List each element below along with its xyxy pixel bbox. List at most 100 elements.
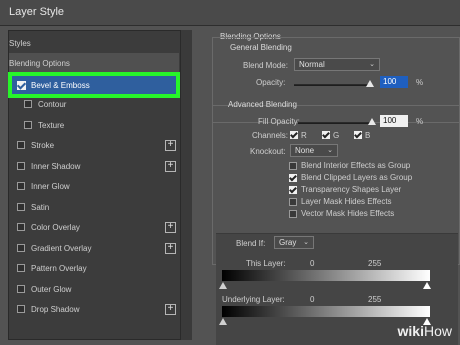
inner-shadow-checkbox[interactable] — [17, 162, 25, 170]
layer-mask-hides-label: Layer Mask Hides Effects — [301, 197, 392, 206]
opacity-input[interactable]: 100 — [380, 76, 408, 88]
blend-mode-value: Normal — [299, 60, 325, 69]
underlying-layer-black-slider[interactable] — [219, 318, 227, 325]
knockout-label: Knockout: — [250, 147, 286, 156]
vector-mask-hides-checkbox[interactable] — [289, 210, 297, 218]
drop-shadow-item[interactable]: Drop Shadow + — [9, 299, 179, 319]
satin-checkbox[interactable] — [17, 203, 25, 211]
opacity-label: Opacity: — [256, 78, 286, 87]
blend-mode-select[interactable]: Normal ⌄ — [294, 58, 380, 71]
drop-shadow-checkbox[interactable] — [17, 305, 25, 313]
this-layer-min: 0 — [310, 259, 315, 268]
blend-clipped-label: Blend Clipped Layers as Group — [301, 173, 413, 182]
fill-opacity-slider-thumb[interactable] — [368, 118, 376, 125]
channel-g-checkbox[interactable] — [322, 131, 330, 139]
blend-if-label: Blend If: — [236, 239, 266, 248]
underlying-layer-max: 255 — [368, 295, 382, 304]
transparency-shapes-checkbox[interactable] — [289, 186, 297, 194]
satin-label: Satin — [31, 202, 50, 212]
channel-r-label: R — [301, 131, 307, 140]
channel-r-checkbox[interactable] — [290, 131, 298, 139]
blend-if-value: Gray — [279, 238, 297, 247]
chevron-down-icon: ⌄ — [369, 61, 375, 68]
blend-if-select[interactable]: Gray ⌄ — [274, 236, 314, 249]
satin-item[interactable]: Satin — [9, 197, 179, 217]
pattern-overlay-label: Pattern Overlay — [31, 263, 87, 273]
styles-list-scrollbar[interactable] — [180, 30, 192, 340]
stroke-item[interactable]: Stroke + — [9, 135, 179, 155]
contour-checkbox[interactable] — [24, 100, 32, 108]
gradient-overlay-checkbox[interactable] — [17, 244, 25, 252]
opacity-slider-thumb[interactable] — [366, 80, 374, 87]
underlying-layer-label: Underlying Layer: — [222, 295, 285, 304]
texture-label: Texture — [38, 120, 65, 130]
plus-icon[interactable]: + — [165, 160, 176, 172]
color-overlay-item[interactable]: Color Overlay + — [9, 217, 179, 237]
underlying-layer-gradient — [222, 306, 430, 317]
advanced-blending-title: Advanced Blending — [228, 100, 297, 109]
gradient-overlay-item[interactable]: Gradient Overlay + — [9, 238, 179, 258]
window-titlebar: Layer Style — [0, 0, 460, 26]
drop-shadow-label: Drop Shadow — [31, 304, 80, 314]
this-layer-gradient — [222, 270, 430, 281]
texture-item[interactable]: Texture — [9, 115, 179, 135]
blend-mode-label: Blend Mode: — [243, 61, 288, 70]
channel-b-checkbox[interactable] — [354, 131, 362, 139]
texture-checkbox[interactable] — [24, 121, 32, 129]
channels-label: Channels: — [252, 131, 289, 140]
this-layer-max: 255 — [368, 259, 382, 268]
this-layer-label: This Layer: — [246, 259, 286, 268]
blending-options-label: Blending Options — [9, 58, 70, 68]
stroke-checkbox[interactable] — [17, 141, 25, 149]
styles-header[interactable]: Styles — [9, 33, 179, 53]
inner-shadow-label: Inner Shadow — [31, 161, 81, 171]
plus-icon[interactable]: + — [165, 242, 176, 254]
opacity-slider-track[interactable] — [294, 84, 372, 86]
blending-options-item[interactable]: Blending Options — [9, 53, 179, 73]
bevel-emboss-checkbox[interactable] — [17, 80, 26, 90]
bevel-emboss-label: Bevel & Emboss — [31, 80, 90, 90]
gradient-overlay-label: Gradient Overlay — [31, 243, 92, 253]
this-layer-black-slider[interactable] — [219, 282, 227, 289]
chevron-down-icon: ⌄ — [303, 239, 309, 246]
channel-b-label: B — [365, 131, 371, 140]
inner-glow-checkbox[interactable] — [17, 182, 25, 190]
underlying-layer-min: 0 — [310, 295, 315, 304]
window-title: Layer Style — [9, 6, 65, 18]
inner-glow-item[interactable]: Inner Glow — [9, 176, 179, 196]
pattern-overlay-item[interactable]: Pattern Overlay — [9, 258, 179, 278]
fill-opacity-unit: % — [416, 117, 424, 126]
outer-glow-item[interactable]: Outer Glow — [9, 279, 179, 299]
inner-shadow-item[interactable]: Inner Shadow + — [9, 156, 179, 176]
watermark-how: How — [423, 323, 452, 339]
pattern-overlay-checkbox[interactable] — [17, 264, 25, 272]
transparency-shapes-label: Transparency Shapes Layer — [301, 185, 402, 194]
fill-opacity-slider-track[interactable] — [298, 122, 374, 124]
opacity-unit: % — [416, 78, 424, 87]
color-overlay-checkbox[interactable] — [17, 223, 25, 231]
plus-icon[interactable]: + — [165, 139, 176, 151]
knockout-value: None — [295, 146, 315, 155]
contour-label: Contour — [38, 99, 67, 109]
general-blending-title: General Blending — [230, 43, 292, 52]
blend-clipped-checkbox[interactable] — [289, 174, 297, 182]
styles-label: Styles — [9, 38, 31, 48]
contour-item[interactable]: Contour — [9, 94, 179, 114]
stroke-label: Stroke — [31, 140, 55, 150]
wikihow-watermark: wikiHow — [398, 323, 452, 339]
outer-glow-checkbox[interactable] — [17, 285, 25, 293]
plus-icon[interactable]: + — [165, 303, 176, 315]
inner-glow-label: Inner Glow — [31, 181, 70, 191]
channel-g-label: G — [333, 131, 340, 140]
outer-glow-label: Outer Glow — [31, 284, 72, 294]
fill-opacity-input[interactable]: 100 — [380, 115, 408, 127]
chevron-down-icon: ⌄ — [327, 147, 333, 154]
watermark-wiki: wiki — [397, 323, 424, 339]
layer-mask-hides-checkbox[interactable] — [289, 198, 297, 206]
fill-opacity-label: Fill Opacity: — [258, 117, 300, 126]
knockout-select[interactable]: None ⌄ — [290, 144, 338, 157]
plus-icon[interactable]: + — [165, 221, 176, 233]
blend-interior-checkbox[interactable] — [289, 162, 297, 170]
this-layer-white-slider[interactable] — [423, 282, 431, 289]
color-overlay-label: Color Overlay — [31, 222, 80, 232]
